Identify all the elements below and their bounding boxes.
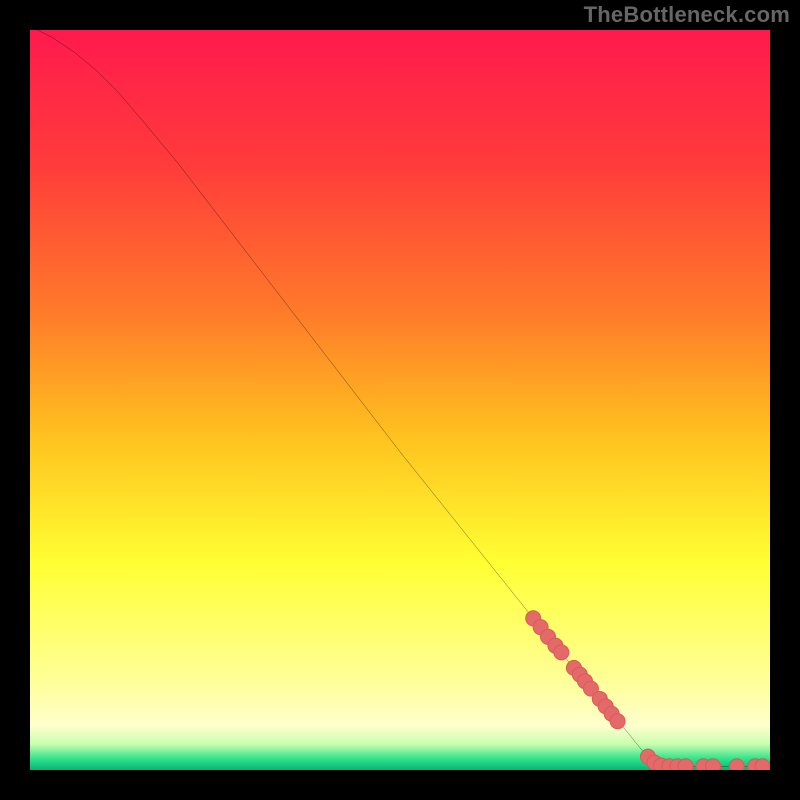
watermark-text: TheBottleneck.com (584, 2, 790, 28)
marker-dot (610, 714, 625, 729)
marker-dot (678, 759, 693, 770)
plot-background (30, 30, 770, 770)
marker-dot (554, 645, 569, 660)
chart-frame: TheBottleneck.com (0, 0, 800, 800)
marker-dot (706, 759, 721, 770)
marker-dot (755, 759, 770, 770)
marker-dot (729, 759, 744, 770)
chart-plot (30, 30, 770, 770)
